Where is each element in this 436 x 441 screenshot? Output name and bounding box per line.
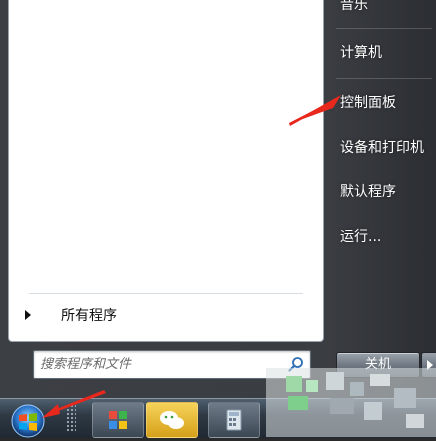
divider	[29, 293, 303, 294]
menu-item-control-panel[interactable]: 控制面板	[340, 92, 396, 112]
search-input[interactable]	[38, 353, 282, 376]
start-menu-left-pane: 所有程序	[8, 0, 324, 379]
start-orb-icon[interactable]	[4, 402, 52, 438]
taskbar-grip	[66, 404, 76, 432]
all-programs-button[interactable]: 所有程序	[25, 302, 117, 328]
start-menu-right-pane: 音乐 计算机 控制面板 设备和打印机 默认程序 运行...	[330, 0, 436, 341]
menu-item-run[interactable]: 运行...	[340, 226, 381, 246]
all-programs-label: 所有程序	[61, 308, 117, 324]
wechat-icon	[160, 411, 184, 429]
watermark-logo	[266, 368, 436, 437]
divider	[336, 28, 432, 29]
menu-item-default-programs[interactable]: 默认程序	[340, 181, 396, 201]
taskbar-button-calculator[interactable]	[208, 402, 260, 438]
menu-item-music[interactable]: 音乐	[340, 0, 368, 14]
taskbar-button-wechat[interactable]	[146, 402, 198, 438]
calculator-icon	[226, 409, 242, 431]
triangle-right-icon	[25, 310, 31, 320]
menu-item-computer[interactable]: 计算机	[340, 42, 382, 62]
taskbar-button-app1[interactable]	[92, 402, 144, 438]
start-menu: 所有程序 音乐 计算机 控制面板 设备和打印机 默认程序 运行... 关机	[0, 0, 436, 398]
divider	[336, 78, 432, 79]
pinwheel-app-icon	[109, 411, 127, 429]
menu-item-devices-printers[interactable]: 设备和打印机	[340, 137, 424, 157]
